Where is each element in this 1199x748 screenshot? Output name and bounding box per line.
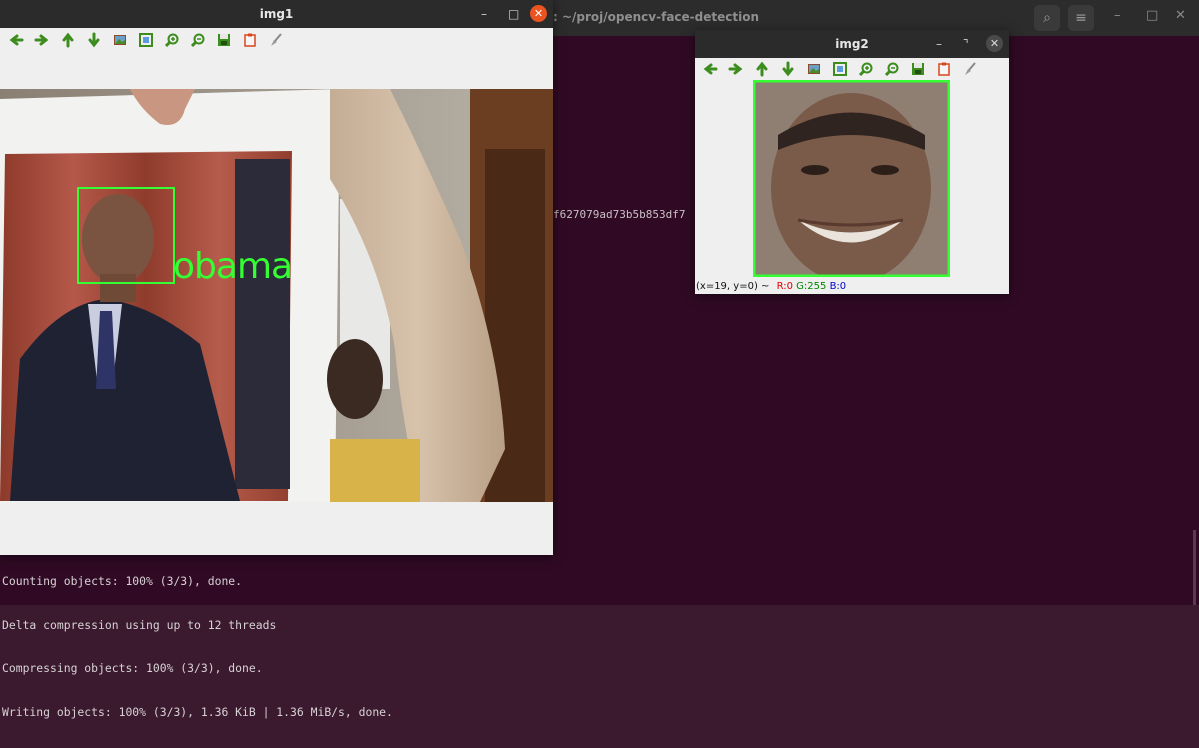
- img2-title: img2: [835, 37, 869, 51]
- zoom-in-icon: [858, 62, 873, 77]
- zoom-out-icon: [190, 33, 205, 48]
- toolbar-zoom-out-button[interactable]: [187, 29, 209, 51]
- terminal-line: Delta compression using up to 12 threads: [2, 617, 277, 632]
- arrow-down-icon: [782, 61, 794, 77]
- image-icon: [114, 35, 126, 45]
- toolbar-arrow-up-button[interactable]: [57, 29, 79, 51]
- menu-icon: ≡: [1075, 10, 1087, 26]
- toolbar-image-button[interactable]: [109, 29, 131, 51]
- img1-camera-image[interactable]: obama: [0, 89, 553, 502]
- face-crop: [752, 79, 951, 283]
- terminal-output: Counting objects: 100% (3/3), done. Delt…: [2, 545, 393, 748]
- search-icon: ⌕: [1043, 10, 1051, 26]
- toolbar-arrow-up-button[interactable]: [751, 58, 773, 80]
- terminal-menu-button[interactable]: ≡: [1068, 5, 1094, 31]
- toolbar-arrow-left-button[interactable]: [699, 58, 721, 80]
- arrow-down-icon: [88, 32, 100, 48]
- img2-face-image[interactable]: [752, 79, 951, 283]
- img2-minimize-button[interactable]: –: [936, 37, 942, 51]
- toolbar-arrow-right-button[interactable]: [725, 58, 747, 80]
- brush-icon: [965, 62, 976, 75]
- terminal-hash-text: f627079ad73b5b853df7: [553, 208, 686, 221]
- terminal-line: Counting objects: 100% (3/3), done.: [2, 574, 243, 588]
- arrow-right-icon: [728, 63, 743, 75]
- img1-minimize-button[interactable]: –: [481, 7, 487, 21]
- toolbar-save-button[interactable]: [213, 29, 235, 51]
- save-icon: [912, 63, 924, 75]
- img1-toolbar: [5, 29, 287, 51]
- img2-window: img2 – ⌝ ✕ (x=19, y=0) ~ R:0 G:255 B:0: [695, 30, 1009, 294]
- toolbar-save-button[interactable]: [907, 58, 929, 80]
- toolbar-zoom-out-button[interactable]: [881, 58, 903, 80]
- toolbar-arrow-left-button[interactable]: [5, 29, 27, 51]
- save-icon: [218, 34, 230, 46]
- camera-frame: [0, 89, 553, 502]
- arrow-up-icon: [756, 61, 768, 77]
- toolbar-image-button[interactable]: [803, 58, 825, 80]
- brush-icon: [271, 33, 282, 46]
- terminal-line: Writing objects: 100% (3/3), 1.36 KiB | …: [2, 704, 393, 719]
- terminal-maximize-button[interactable]: □: [1146, 8, 1158, 23]
- img1-window: img1 – □ ✕ obama: [0, 0, 553, 555]
- pixel-red-value: R:0: [776, 281, 793, 292]
- toolbar-properties-button[interactable]: [239, 29, 261, 51]
- img2-titlebar[interactable]: img2: [695, 30, 1009, 58]
- toolbar-fit-window-button[interactable]: [829, 58, 851, 80]
- toolbar-zoom-in-button[interactable]: [161, 29, 183, 51]
- zoom-out-icon: [884, 62, 899, 77]
- img2-close-button[interactable]: ✕: [986, 35, 1003, 52]
- toolbar-fit-window-button[interactable]: [135, 29, 157, 51]
- fit-window-icon: [139, 33, 153, 47]
- toolbar-properties-button[interactable]: [933, 58, 955, 80]
- img1-title: img1: [259, 7, 294, 21]
- toolbar-arrow-down-button[interactable]: [777, 58, 799, 80]
- close-icon: ✕: [989, 37, 1000, 50]
- img1-titlebar[interactable]: img1: [0, 0, 553, 28]
- arrow-left-icon: [703, 63, 718, 75]
- terminal-minimize-button[interactable]: –: [1114, 8, 1121, 23]
- pixel-coords: (x=19, y=0) ~: [696, 281, 770, 292]
- img1-maximize-button[interactable]: □: [508, 7, 519, 21]
- img2-status-bar: (x=19, y=0) ~ R:0 G:255 B:0: [696, 281, 846, 292]
- toolbar-brush-button[interactable]: [265, 29, 287, 51]
- arrow-up-icon: [62, 32, 74, 48]
- arrow-right-icon: [34, 34, 49, 46]
- properties-icon: [938, 62, 950, 76]
- toolbar-arrow-down-button[interactable]: [83, 29, 105, 51]
- arrow-left-icon: [9, 34, 24, 46]
- img2-toolbar: [699, 58, 981, 80]
- pixel-green-value: G:255: [796, 281, 827, 292]
- image-icon: [808, 64, 820, 74]
- zoom-in-icon: [164, 33, 179, 48]
- terminal-scrollbar[interactable]: [1193, 530, 1196, 605]
- terminal-search-button[interactable]: ⌕: [1034, 5, 1060, 31]
- toolbar-brush-button[interactable]: [959, 58, 981, 80]
- img1-close-button[interactable]: ✕: [530, 5, 547, 22]
- terminal-line: Compressing objects: 100% (3/3), done.: [2, 661, 263, 675]
- properties-icon: [244, 33, 256, 47]
- close-icon: ✕: [533, 7, 544, 20]
- terminal-title: : ~/proj/opencv-face-detection: [553, 10, 759, 24]
- toolbar-arrow-right-button[interactable]: [31, 29, 53, 51]
- img2-maximize-button[interactable]: ⌝: [963, 37, 969, 51]
- fit-window-icon: [833, 62, 847, 76]
- terminal-close-button[interactable]: ✕: [1175, 8, 1186, 23]
- toolbar-zoom-in-button[interactable]: [855, 58, 877, 80]
- face-label: obama: [173, 246, 293, 287]
- pixel-blue-value: B:0: [829, 281, 847, 292]
